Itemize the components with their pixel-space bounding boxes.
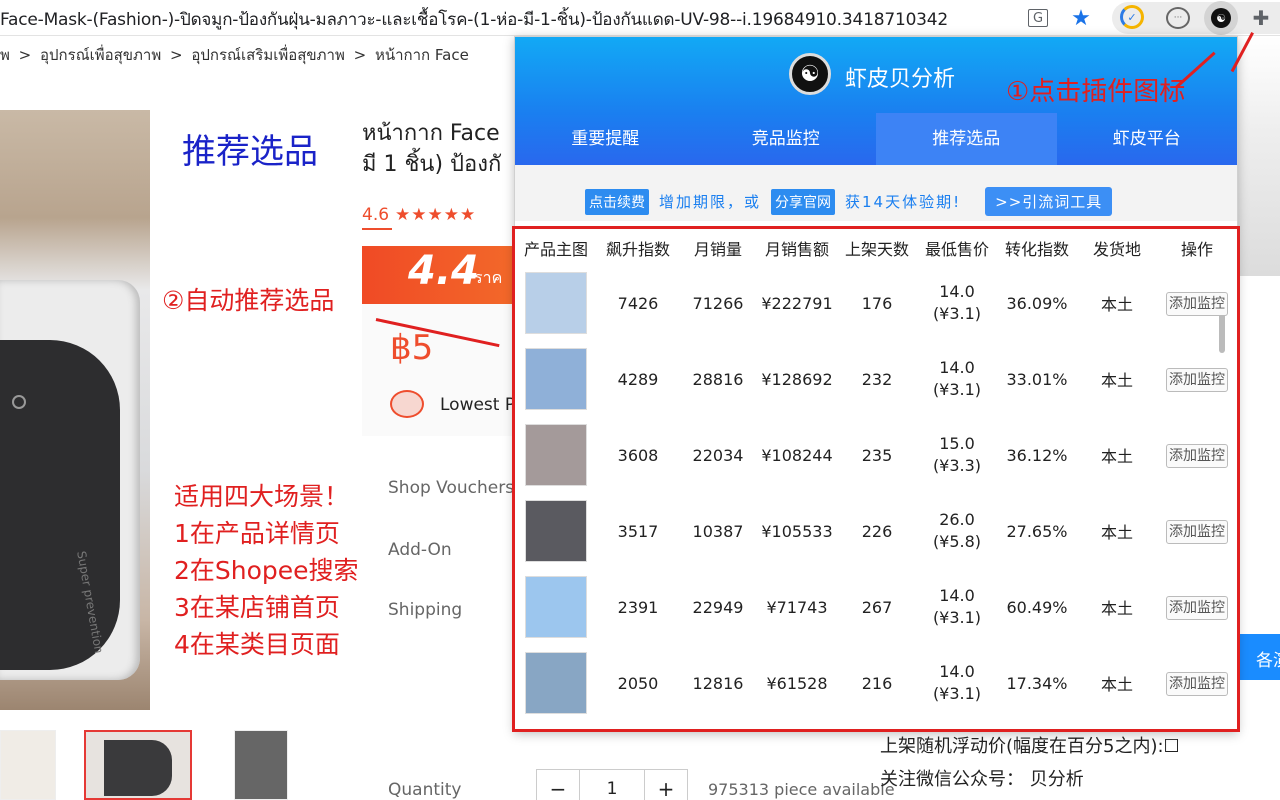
lowest-price-badge-icon [390,390,424,418]
click-icon-annotation: ①点击插件图标 [1006,77,1186,107]
popup-title: 虾皮贝分析 [845,67,956,92]
tab-shopee-platform[interactable]: 虾皮平台 [1057,113,1238,165]
flash-sale-text: ราค [474,268,503,287]
keyword-tool-button[interactable]: >>引流词工具 [985,187,1113,216]
product-main-image[interactable]: Super prevention [0,110,150,710]
float-price-option[interactable]: 上架随机浮动价(幅度在百分5之内):☐ [880,732,1180,758]
product-title-line: หน้ากาก Face [362,121,500,146]
blue-action-button[interactable]: 各演 [1240,634,1280,680]
product-price: ฿5 [390,328,434,368]
screenshot-root: Face-Mask-(Fashion-)-ปิดจมูก-ป้องกันฝุ่น… [0,0,1280,800]
scene-annotation: 3在某店铺首页 [174,593,340,622]
star-icon[interactable]: ★ [1068,5,1094,31]
promo-text: 获14天体验期! [845,193,962,211]
quantity-increase-button[interactable]: + [645,770,687,800]
auto-recommend-annotation: ②自动推荐选品 [162,286,335,315]
breadcrumb-separator: > [18,46,32,64]
scene-annotation: 适用四大场景！ [174,482,350,511]
share-site-button[interactable]: 分享官网 [771,188,836,215]
lowest-price-text: Lowest P [440,395,516,415]
yin-yang-icon: ☯ [1211,8,1231,28]
browser-toolbar: Face-Mask-(Fashion-)-ปิดจมูก-ป้องกันฝุ่น… [0,0,1280,36]
rating-underline [362,228,392,230]
breadcrumb-item[interactable]: พ [0,46,10,64]
promo-row: 点击续费 增加期限，或 分享官网 获14天体验期! >>引流词工具 [585,187,1113,216]
wechat-note: 关注微信公众号： 贝分析 [880,769,1084,790]
product-thumbnail-selected[interactable] [84,730,192,800]
scene-annotation: 2在Shopee搜索 [174,556,359,585]
xiapibei-extension-icon[interactable]: ☯ [1204,1,1238,35]
translate-icon[interactable]: G [1028,9,1048,27]
shipping-label: Shipping [388,600,463,620]
message-extension-icon[interactable]: ··· [1166,7,1190,29]
stock-available: 975313 piece available [708,780,895,799]
flash-sale-number: 4.4 [408,248,479,294]
scene-annotation: 4在某类目页面 [174,630,340,659]
rating-value: 4.6 [362,205,390,225]
tab-important-notice[interactable]: 重要提醒 [515,113,696,165]
breadcrumb-separator: > [353,46,367,64]
quantity-label: Quantity [388,780,462,800]
promo-text: 增加期限，或 [659,193,762,211]
mask-thumbnail-graphic [104,740,172,796]
popup-promo-bar: 点击续费 增加期限，或 分享官网 获14天体验期! >>引流词工具 [515,165,1237,353]
address-bar[interactable]: Face-Mask-(Fashion-)-ปิดจมูก-ป้องกันฝุ่น… [0,6,1012,33]
check-extension-icon[interactable]: ✓ [1120,5,1144,29]
quantity-decrease-button[interactable]: − [537,770,579,800]
quantity-input[interactable]: 1 [579,770,645,800]
package-hole [12,395,26,409]
tab-recommend-products[interactable]: 推荐选品 [876,113,1057,165]
breadcrumb-separator: > [170,46,183,64]
quantity-stepper: − 1 + [536,769,688,800]
breadcrumb-item[interactable]: อุปกรณ์เพื่อสุขภาพ [40,46,161,64]
shop-vouchers-label: Shop Vouchers [388,478,515,498]
product-title-line: มี 1 ชิ้น) ป้องกั [362,152,502,177]
right-banner-strip [1238,36,1280,276]
rating[interactable]: 4.6 ★★★★★ [362,205,476,225]
tab-competitor-monitor[interactable]: 竞品监控 [696,113,877,165]
product-thumbnail[interactable] [234,730,288,800]
rating-stars-icon: ★★★★★ [395,205,477,225]
product-thumbnail[interactable] [0,730,56,800]
flash-sale-banner: 4.4 ราค [362,246,522,304]
product-title: หน้ากาก Face มี 1 ชิ้น) ป้องกั [362,118,522,180]
puzzle-icon[interactable]: ✚ [1248,5,1274,31]
black-mask [0,340,120,670]
scene-annotation: 1在产品详情页 [174,519,340,548]
highlight-frame [512,226,1240,732]
popup-tabs: 重要提醒 竞品监控 推荐选品 虾皮平台 [515,113,1237,165]
breadcrumb-item[interactable]: อุปกรณ์เสริมเพื่อสุขภาพ [191,46,344,64]
breadcrumb: พ > อุปกรณ์เพื่อสุขภาพ > อุปกรณ์เสริมเพื… [0,43,473,67]
price-box [362,304,522,436]
add-on-label: Add-On [388,540,452,560]
renew-button[interactable]: 点击续费 [585,188,649,215]
breadcrumb-item: หน้ากาก Face [374,46,469,64]
recommend-title-annotation: 推荐选品 [182,132,318,172]
plugin-logo-icon: ☯ [789,53,831,95]
